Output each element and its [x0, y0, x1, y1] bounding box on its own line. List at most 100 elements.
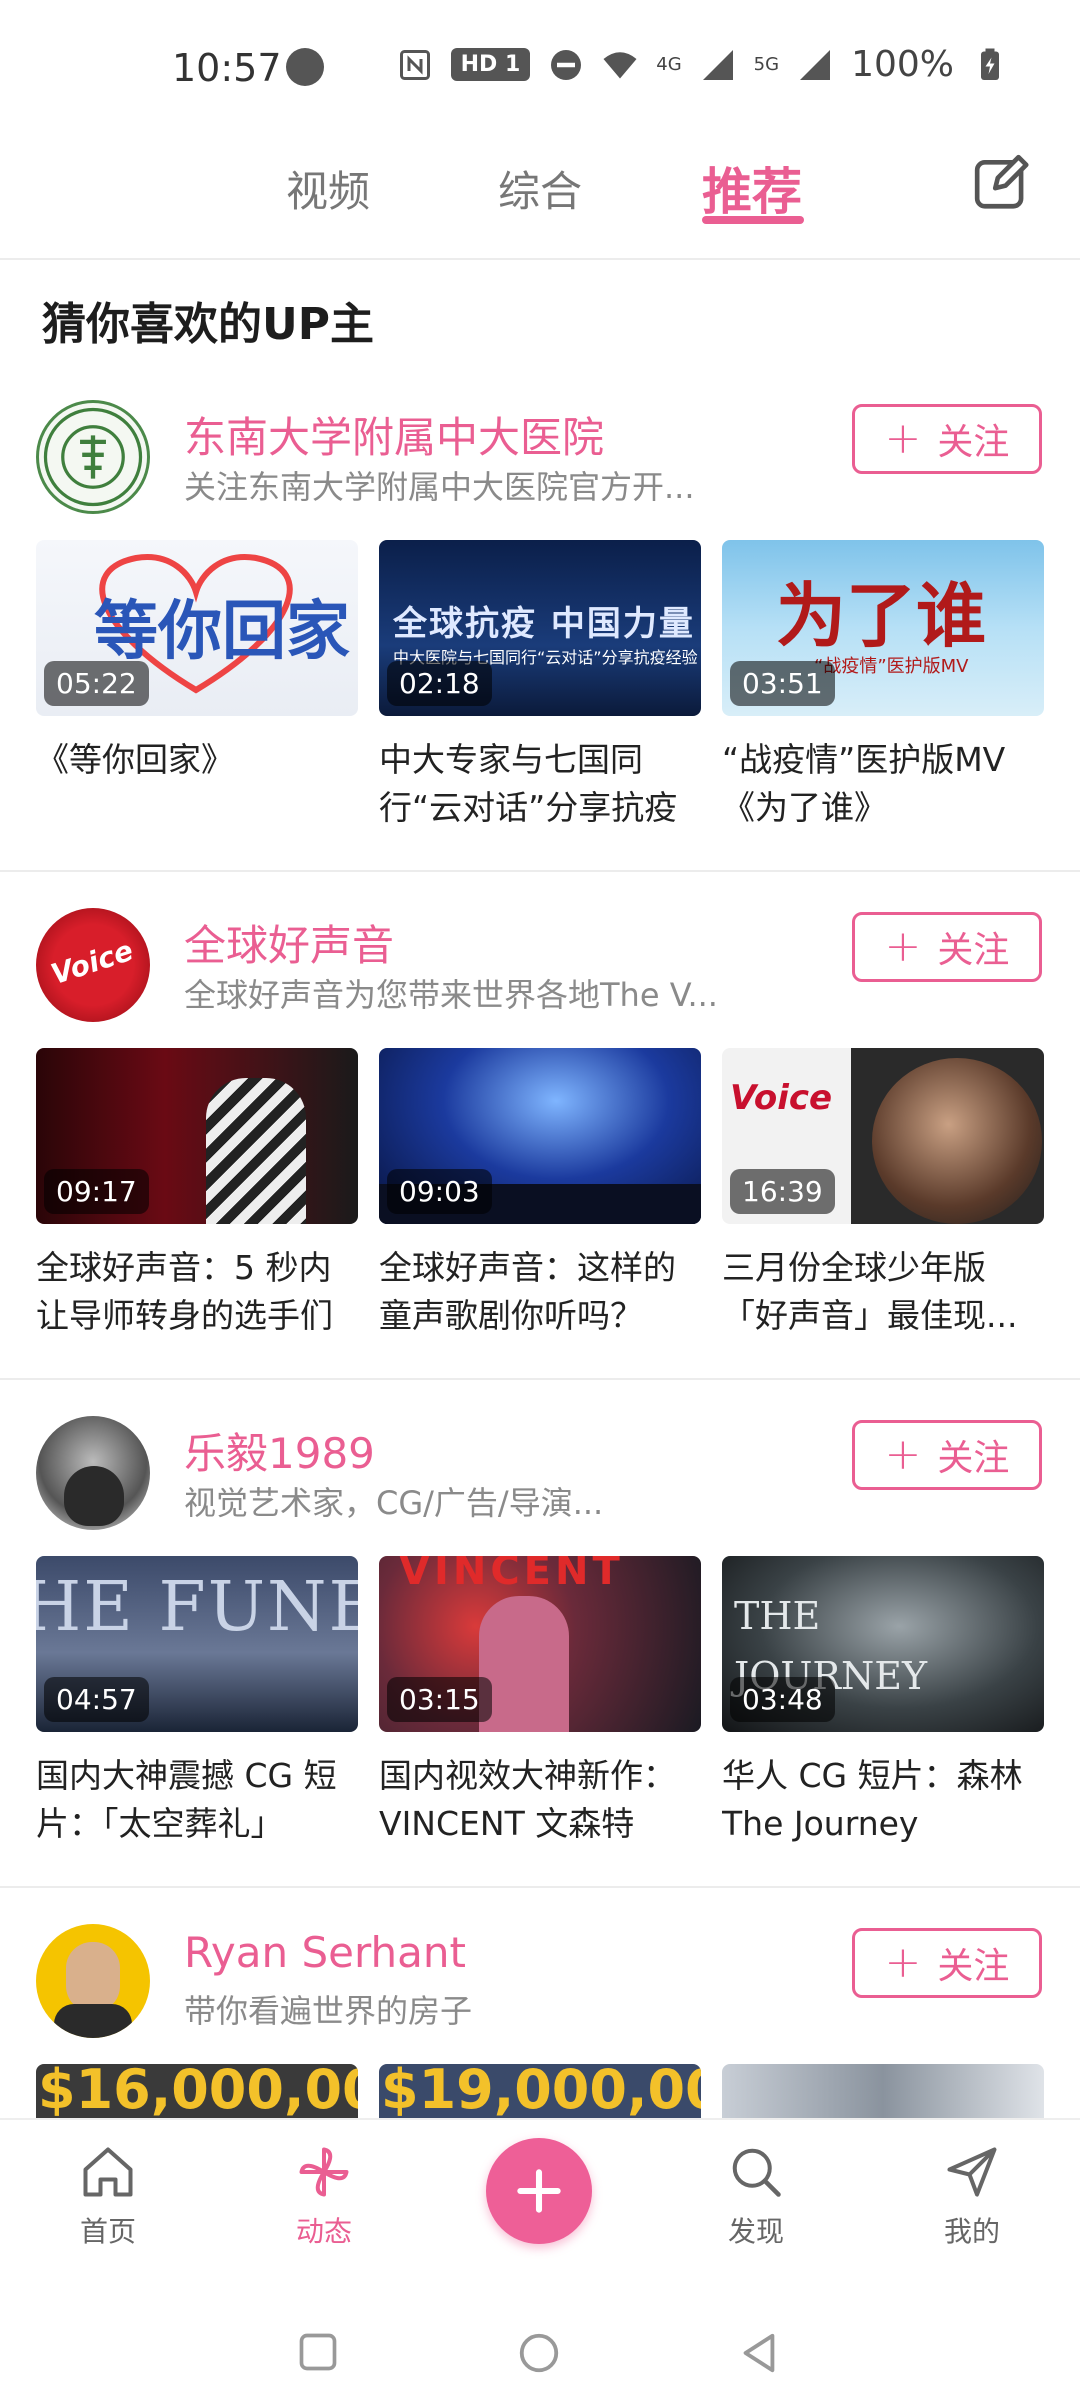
- pinwheel-icon: [299, 2147, 349, 2197]
- battery-icon: [981, 48, 999, 80]
- video-title: 国内视效大神新作：VINCENT 文森特: [379, 1756, 676, 1843]
- video-duration: 09:03: [387, 1169, 492, 1214]
- video-thumbnail: HE FUNERA 04:57: [36, 1556, 358, 1732]
- video-card[interactable]: Voice 16:39 三月份全球少年版「好声音」最佳现...: [722, 1048, 1044, 1340]
- video-duration: 16:39: [730, 1169, 835, 1214]
- video-card[interactable]: 等你回家 05:22 《等你回家》: [36, 540, 358, 784]
- up-desc: 视觉艺术家，CG/广告/导演...: [184, 1484, 604, 1522]
- plus-icon: [517, 2169, 561, 2213]
- nav-dynamic-label: 动态: [295, 2215, 352, 2248]
- wifi-icon: [603, 51, 637, 78]
- status-icons: HD 1 4G 5G 100%: [397, 44, 1008, 85]
- video-card[interactable]: 09:17 全球好声音：5 秒内让导师转身的选手们: [36, 1048, 358, 1340]
- signal-icon: [702, 49, 733, 80]
- video-thumbnail: VINCENT 03:15: [379, 1556, 701, 1732]
- up-desc: 关注东南大学附属中大医院官方开...: [184, 468, 695, 506]
- video-title: 全球好声音：这样的童声歌剧你听吗？: [379, 1248, 676, 1335]
- hd-badge: HD 1: [450, 48, 531, 81]
- nav-dynamic[interactable]: 动态: [254, 2142, 394, 2250]
- nav-mine[interactable]: 我的: [902, 2142, 1042, 2250]
- avatar[interactable]: [36, 1924, 150, 2038]
- avatar[interactable]: [36, 400, 150, 514]
- status-time: 10:57: [172, 46, 282, 90]
- video-card[interactable]: THE JOURNEY 03:48 华人 CG 短片：森林 The Journe…: [722, 1556, 1044, 1848]
- video-card[interactable]: [722, 2064, 1044, 2120]
- recents-icon[interactable]: [296, 2330, 340, 2374]
- video-card[interactable]: $19,000,000: [379, 2064, 701, 2120]
- thumb-subcaption: “战疫情”医护版MV: [814, 656, 969, 677]
- video-card[interactable]: 09:03 全球好声音：这样的童声歌剧你听吗？: [379, 1048, 701, 1340]
- tab-comprehensive[interactable]: 综合: [498, 158, 582, 219]
- plus-icon: +: [884, 413, 922, 464]
- follow-button[interactable]: + 关注: [852, 1420, 1042, 1490]
- plus-icon: +: [884, 921, 922, 972]
- video-title: 《等你回家》: [36, 740, 234, 779]
- up-desc: 全球好声音为您带来世界各地The V...: [184, 976, 718, 1014]
- follow-label: 关注: [937, 422, 1010, 463]
- nfc-icon: [399, 49, 430, 80]
- plus-icon: +: [884, 1429, 922, 1480]
- tab-video[interactable]: 视频: [286, 158, 370, 219]
- up-name[interactable]: Ryan Serhant: [184, 1928, 466, 1977]
- face-image: [872, 1058, 1042, 1224]
- home-icon: [83, 2147, 133, 2197]
- top-tab-bar: 视频 综合 推荐: [0, 130, 1080, 260]
- thumb-caption: 为了谁: [776, 574, 986, 657]
- thumb-caption: 等你回家: [94, 594, 350, 669]
- video-title: “战疫情”医护版MV《为了谁》: [722, 740, 1006, 827]
- follow-label: 关注: [937, 930, 1010, 971]
- video-thumbnail: 09:03: [379, 1048, 701, 1224]
- add-button[interactable]: [486, 2138, 592, 2244]
- video-thumbnail: THE JOURNEY 03:48: [722, 1556, 1044, 1732]
- video-title: 三月份全球少年版「好声音」最佳现...: [722, 1248, 1018, 1335]
- thumb-caption: $16,000,000: [38, 2064, 358, 2120]
- video-card[interactable]: 全球抗疫 中国力量 中大医院与七国同行“云对话”分享抗疫经验 02:18 中大专…: [379, 540, 701, 832]
- face-shape: [66, 1942, 120, 2012]
- net-5g-label: 5G: [753, 54, 780, 75]
- video-duration: 03:15: [387, 1677, 492, 1722]
- signal-icon-2: [800, 49, 831, 80]
- home-circle-icon[interactable]: [516, 2330, 562, 2376]
- nav-home[interactable]: 首页: [38, 2142, 178, 2250]
- thumb-caption: 全球抗疫 中国力量: [393, 604, 695, 644]
- video-title: 全球好声音：5 秒内让导师转身的选手们: [36, 1248, 333, 1335]
- video-card[interactable]: 为了谁 “战疫情”医护版MV 03:51 “战疫情”医护版MV《为了谁》: [722, 540, 1044, 832]
- video-thumbnail: Voice 16:39: [722, 1048, 1044, 1224]
- up-name[interactable]: 东南大学附属中大医院: [184, 404, 604, 465]
- nav-discover[interactable]: 发现: [686, 2142, 826, 2250]
- back-icon[interactable]: [736, 2330, 782, 2376]
- video-card[interactable]: HE FUNERA 04:57 国内大神震撼 CG 短片：「太空葬礼」: [36, 1556, 358, 1848]
- singer-figure: [206, 1078, 306, 1224]
- video-card[interactable]: $16,000,000: [36, 2064, 358, 2120]
- video-thumbnail: 09:17: [36, 1048, 358, 1224]
- status-bar: 10:57 HD 1 4G 5G 100%: [0, 0, 1080, 130]
- avatar[interactable]: [36, 1416, 150, 1530]
- follow-button[interactable]: + 关注: [852, 404, 1042, 474]
- up-name[interactable]: 乐毅1989: [184, 1420, 375, 1481]
- video-duration: 05:22: [44, 661, 149, 706]
- video-duration: 03:48: [730, 1677, 835, 1722]
- hospital-logo-icon: [43, 407, 143, 507]
- thumb-caption: Voice: [730, 1078, 833, 1118]
- video-thumbnail: [722, 2064, 1044, 2120]
- nav-home-label: 首页: [79, 2215, 136, 2248]
- video-card[interactable]: VINCENT 03:15 国内视效大神新作：VINCENT 文森特: [379, 1556, 701, 1848]
- video-thumbnail: $16,000,000: [36, 2064, 358, 2120]
- video-duration: 02:18: [387, 661, 492, 706]
- up-desc: 带你看遍世界的房子: [184, 1992, 473, 2030]
- edit-icon[interactable]: [972, 152, 1034, 214]
- avatar[interactable]: Voice: [36, 908, 150, 1022]
- video-title: 中大专家与七国同行“云对话”分享抗疫经...: [379, 740, 678, 827]
- up-name[interactable]: 全球好声音: [184, 912, 394, 973]
- tab-recommend[interactable]: 推荐: [702, 152, 802, 224]
- section-title: 猜你喜欢的UP主: [42, 299, 374, 350]
- divider: [0, 870, 1080, 872]
- video-duration: 04:57: [44, 1677, 149, 1722]
- follow-button[interactable]: + 关注: [852, 912, 1042, 982]
- thumb-caption: HE FUNERA: [36, 1568, 358, 1647]
- plus-icon: +: [884, 1937, 922, 1988]
- paper-plane-icon: [947, 2147, 997, 2197]
- thumb-caption: $19,000,000: [381, 2064, 701, 2120]
- search-icon: [732, 2148, 781, 2197]
- follow-button[interactable]: + 关注: [852, 1928, 1042, 1998]
